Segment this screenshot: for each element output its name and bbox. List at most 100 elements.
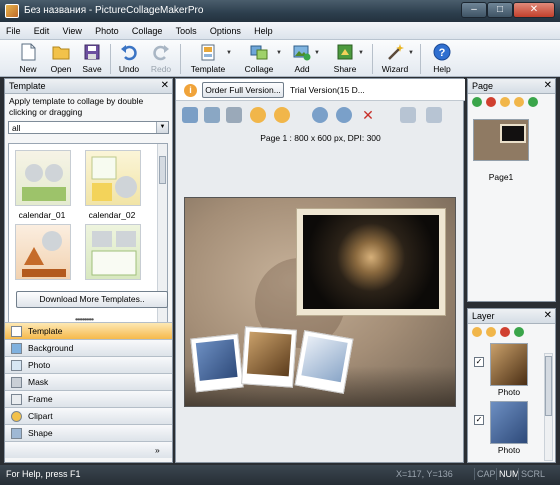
share-dropdown-icon[interactable]: ▼ [358, 50, 364, 56]
nav-template[interactable]: Template [5, 322, 172, 339]
trial-text: Trial Version(15 D... [290, 85, 365, 95]
template-panel-close-icon[interactable]: ✕ [161, 80, 169, 91]
delete-layer-icon[interactable] [500, 327, 510, 337]
template-tile[interactable] [15, 224, 71, 280]
redo-icon[interactable] [312, 107, 328, 123]
nav-shape[interactable]: Shape [5, 424, 172, 441]
crop-icon[interactable] [182, 107, 198, 123]
edit-toolbar: ✕ [176, 103, 465, 127]
undo-icon[interactable] [336, 107, 352, 123]
download-more-templates-button[interactable]: Download More Templates.. [16, 291, 168, 308]
delete-page-icon[interactable] [486, 97, 496, 107]
floppy-icon [84, 44, 100, 60]
small-photo-3[interactable] [294, 330, 354, 394]
wizard-button[interactable]: Wizard ▼ [380, 42, 414, 76]
nav-more-button[interactable]: » [5, 441, 172, 458]
save-button[interactable]: Save [78, 42, 106, 76]
small-photo-2[interactable] [241, 326, 297, 388]
wizard-label: Wizard [381, 64, 409, 74]
template-tile[interactable] [15, 150, 71, 206]
delete-icon[interactable]: ✕ [360, 107, 376, 123]
close-button[interactable]: ✕ [513, 2, 555, 18]
layer-scrollbar[interactable] [544, 353, 553, 461]
template-icon [201, 44, 215, 61]
nav-clipart-label: Clipart [28, 411, 53, 421]
autumn-template-thumbnail [22, 231, 66, 277]
template-hint: Apply template to collage by double clic… [9, 96, 144, 117]
add-page-icon[interactable] [472, 97, 482, 107]
menu-edit[interactable]: Edit [28, 22, 55, 40]
template-button[interactable]: Template ▼ [188, 42, 232, 76]
bring-forward-icon[interactable] [250, 107, 266, 123]
share-button[interactable]: Share ▼ [330, 42, 364, 76]
template-tile[interactable] [85, 224, 141, 280]
add-button[interactable]: Add ▼ [288, 42, 320, 76]
nav-shape-label: Shape [28, 428, 53, 438]
portrait-photo [303, 215, 439, 309]
layer-thumbnail [490, 401, 528, 444]
nav-background[interactable]: Background [5, 339, 172, 356]
menu-tools[interactable]: Tools [170, 22, 202, 40]
move-up-icon[interactable] [500, 97, 510, 107]
move-down-icon[interactable] [514, 97, 524, 107]
scroll-lock-indicator: SCRL [518, 468, 547, 480]
photo-edit-icon[interactable] [204, 107, 220, 123]
zoom-icon[interactable] [426, 107, 442, 123]
new-button[interactable]: New [12, 42, 44, 76]
layer-panel-header: Layer ✕ [468, 309, 555, 324]
template-filter-select[interactable]: all ▼ [8, 121, 169, 134]
template-panel-title: Template [9, 81, 46, 91]
collage-button[interactable]: Collage ▼ [240, 42, 282, 76]
nav-frame-label: Frame [28, 394, 53, 404]
send-backward-icon[interactable] [274, 107, 290, 123]
add-dropdown-icon[interactable]: ▼ [314, 50, 320, 56]
collage-canvas[interactable] [184, 197, 456, 407]
help-button[interactable]: ? Help [428, 42, 456, 76]
wizard-dropdown-icon[interactable]: ▼ [408, 50, 414, 56]
shape-icon [11, 428, 22, 439]
window-title: Без названия - PictureCollageMakerPro [24, 5, 204, 16]
redo-button[interactable]: Redo [146, 42, 176, 76]
template-tile[interactable] [85, 150, 141, 206]
chevron-down-icon[interactable]: ▼ [156, 122, 168, 133]
layer-visibility-checkbox[interactable]: ✓ [474, 357, 484, 367]
menu-view[interactable]: View [57, 22, 87, 40]
template-icon [11, 326, 22, 337]
menu-options[interactable]: Options [204, 22, 246, 40]
nav-mask[interactable]: Mask [5, 373, 172, 390]
nav-photo[interactable]: Photo [5, 356, 172, 373]
undo-button[interactable]: Undo [114, 42, 144, 76]
layer-visibility-checkbox[interactable]: ✓ [474, 415, 484, 425]
page-panel-close-icon[interactable]: ✕ [544, 80, 552, 91]
layer-row[interactable]: ✓ Photo [472, 399, 544, 457]
refresh-icon[interactable] [528, 97, 538, 107]
layer-down-icon[interactable] [486, 327, 496, 337]
open-button[interactable]: Open [44, 42, 78, 76]
redo-icon [153, 45, 169, 61]
layer-up-icon[interactable] [472, 327, 482, 337]
folder-icon [52, 46, 70, 60]
menu-file[interactable]: File [0, 22, 26, 40]
minimize-button[interactable]: ‒ [461, 2, 487, 18]
menu-photo[interactable]: Photo [89, 22, 124, 40]
rotate-icon[interactable] [226, 107, 242, 123]
layer-panel-close-icon[interactable]: ✕ [544, 310, 552, 321]
refresh-layer-icon[interactable] [514, 327, 524, 337]
nav-clipart[interactable]: Clipart [5, 407, 172, 424]
fit-page-icon[interactable] [400, 107, 416, 123]
menu-help[interactable]: Help [248, 22, 278, 40]
scrollbar-thumb[interactable] [545, 356, 552, 416]
redo-label: Redo [150, 64, 172, 74]
main-photo-frame[interactable] [296, 208, 446, 316]
menu-collage[interactable]: Collage [126, 22, 168, 40]
maximize-button[interactable]: □ [487, 2, 513, 18]
template-dropdown-icon[interactable]: ▼ [226, 50, 232, 56]
scrollbar-thumb[interactable] [159, 156, 166, 184]
layer-row[interactable]: ✓ Photo [472, 341, 544, 399]
order-full-version-button[interactable]: Order Full Version... [202, 82, 284, 98]
collage-dropdown-icon[interactable]: ▼ [276, 50, 282, 56]
nav-frame[interactable]: Frame [5, 390, 172, 407]
page-thumbnail[interactable] [473, 119, 529, 161]
small-photo-1[interactable] [190, 333, 244, 393]
undo-label: Undo [118, 64, 140, 74]
